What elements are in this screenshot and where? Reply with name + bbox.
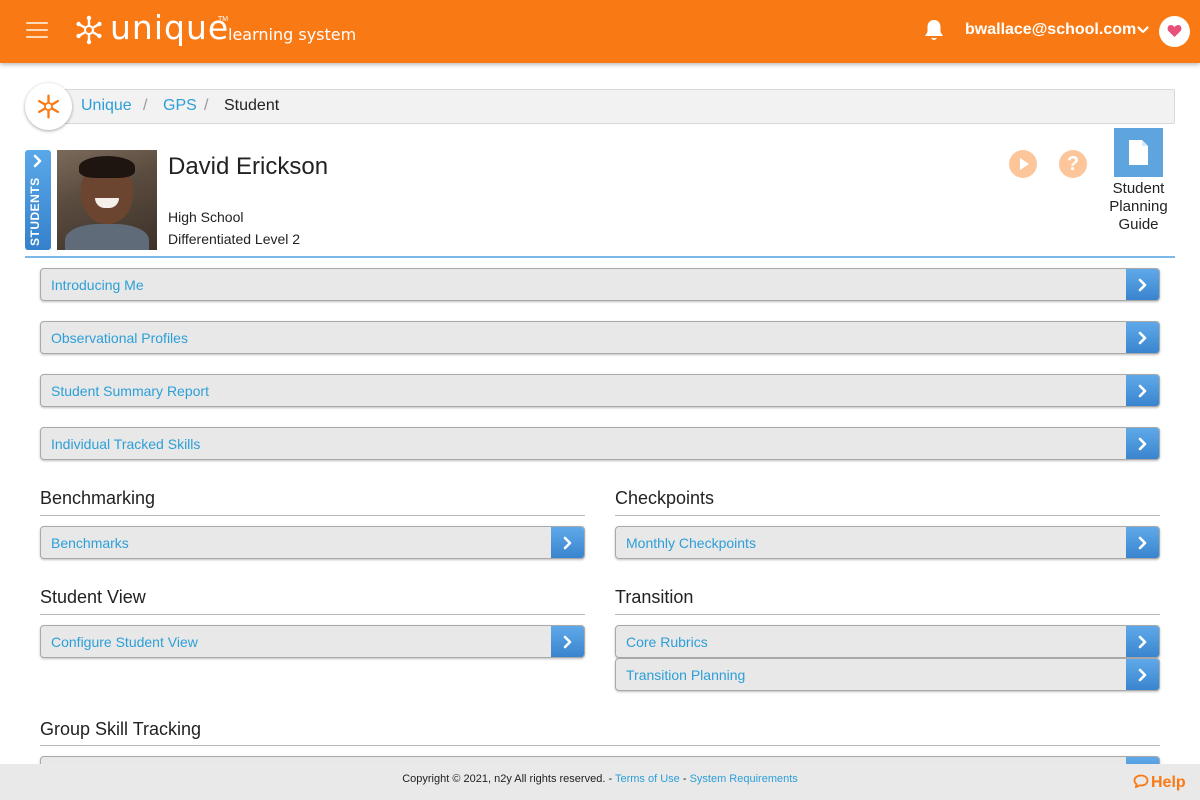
chevron-right-icon [1126, 375, 1159, 406]
unique-home-logo[interactable] [25, 83, 72, 130]
footer-separator: - [608, 773, 613, 785]
section-divider [40, 745, 1160, 746]
group-skill-tracking-title: Group Skill Tracking [40, 719, 202, 739]
chevron-down-icon[interactable] [1137, 25, 1149, 35]
chevron-right-icon [1126, 428, 1159, 459]
header-divider [25, 256, 1175, 258]
student-summary-report-button[interactable]: Student Summary Report [40, 374, 1160, 407]
section-divider [615, 614, 1160, 615]
breadcrumb-gps[interactable]: GPS [163, 97, 197, 115]
bell-icon[interactable] [923, 18, 945, 42]
help-link[interactable]: Help [1133, 774, 1186, 792]
benchmarking-title: Benchmarking [40, 488, 156, 508]
chevron-right-icon [33, 154, 42, 168]
configure-student-view-button[interactable]: Configure Student View [40, 625, 585, 658]
terms-of-use-link[interactable]: Terms of Use [615, 773, 680, 785]
chevron-right-icon [1126, 626, 1159, 657]
chevron-right-icon [1126, 269, 1159, 300]
footer: Copyright © 2021, n2y All rights reserve… [0, 764, 1200, 800]
student-school: High School [168, 209, 244, 225]
chevron-right-icon [1126, 659, 1159, 690]
snowflake-logo-icon [76, 15, 102, 45]
checkpoints-title: Checkpoints [615, 488, 715, 508]
document-icon [1129, 140, 1148, 165]
breadcrumb [40, 89, 1175, 124]
copyright-text: Copyright © 2021, n2y All rights reserve… [402, 773, 606, 785]
student-photo [57, 150, 157, 250]
section-divider [40, 515, 585, 516]
top-bar: unique TM learning system bwallace@schoo… [0, 0, 1200, 63]
breadcrumb-unique[interactable]: Unique [81, 97, 132, 115]
logo-wordmark: unique [110, 8, 230, 47]
students-tab-label: STUDENTS [28, 177, 42, 246]
chevron-right-icon [551, 626, 584, 657]
play-video-button[interactable] [1009, 150, 1037, 178]
snowflake-logo-icon [37, 94, 60, 119]
menu-icon[interactable] [26, 22, 48, 40]
chevron-right-icon [1126, 527, 1159, 558]
student-planning-guide-button[interactable] [1114, 128, 1163, 177]
benchmarks-button[interactable]: Benchmarks [40, 526, 585, 559]
section-divider [615, 515, 1160, 516]
system-requirements-link[interactable]: System Requirements [690, 773, 798, 785]
heart-icon [1167, 25, 1182, 37]
student-level: Differentiated Level 2 [168, 231, 301, 247]
help-button[interactable]: ? [1059, 150, 1087, 178]
logo-trademark: TM [218, 16, 229, 23]
footer-text: Copyright © 2021, n2y All rights reserve… [0, 773, 1200, 785]
chevron-right-icon [1126, 322, 1159, 353]
monthly-checkpoints-button[interactable]: Monthly Checkpoints [615, 526, 1160, 559]
logo-subtitle: learning system [228, 25, 357, 44]
footer-separator: - [682, 773, 687, 785]
individual-tracked-skills-button[interactable]: Individual Tracked Skills [40, 427, 1160, 460]
core-rubrics-button[interactable]: Core Rubrics [615, 625, 1160, 658]
transition-planning-button[interactable]: Transition Planning [615, 658, 1160, 691]
play-icon [1020, 158, 1029, 170]
chat-bubble-icon [1133, 774, 1149, 789]
help-icon: ? [1066, 153, 1080, 175]
user-email[interactable]: bwallace@school.com [965, 21, 1136, 39]
student-name: David Erickson [168, 153, 329, 180]
avatar[interactable] [1159, 16, 1190, 47]
introducing-me-button[interactable]: Introducing Me [40, 268, 1160, 301]
breadcrumb-separator: / [143, 97, 148, 114]
transition-title: Transition [615, 587, 694, 607]
observational-profiles-button[interactable]: Observational Profiles [40, 321, 1160, 354]
section-divider [40, 614, 585, 615]
breadcrumb-current: Student [224, 97, 280, 114]
student-planning-guide-label[interactable]: Student Planning Guide [1100, 180, 1177, 234]
chevron-right-icon [551, 527, 584, 558]
breadcrumb-separator: / [204, 97, 209, 114]
student-view-title: Student View [40, 587, 146, 607]
students-side-tab[interactable]: STUDENTS [25, 150, 51, 250]
